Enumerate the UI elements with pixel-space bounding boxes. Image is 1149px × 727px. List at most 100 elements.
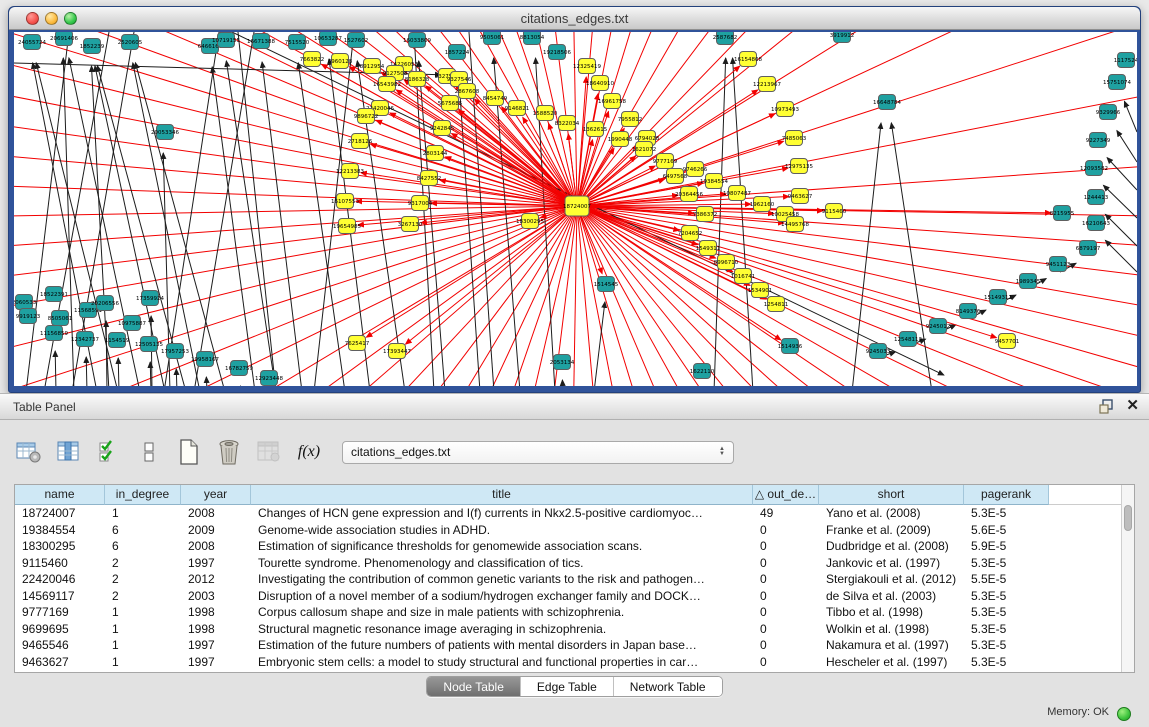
table-cell[interactable]: Embryonic stem cells: a model to study s…	[251, 654, 753, 671]
table-cell[interactable]: 1997	[181, 555, 251, 572]
table-row[interactable]: 1830029562008Estimation of significance …	[15, 538, 1134, 555]
table-cell[interactable]: 49	[753, 505, 819, 522]
table-cell[interactable]: 1998	[181, 604, 251, 621]
table-cell[interactable]: Franke et al. (2009)	[819, 522, 964, 539]
table-cell[interactable]: 2009	[181, 522, 251, 539]
table-cell[interactable]: 1	[105, 505, 181, 522]
table-cell[interactable]: 2	[105, 588, 181, 605]
table-row[interactable]: 946554611997Estimation of the future num…	[15, 637, 1134, 654]
table-cell[interactable]: 9115460	[15, 555, 105, 572]
table-cell[interactable]: Nakamura et al. (1997)	[819, 637, 964, 654]
table-cell[interactable]: Genome-wide association studies in ADHD.	[251, 522, 753, 539]
column-header-in_degree[interactable]: in_degree	[105, 485, 181, 505]
table-row[interactable]: 1872400712008Changes of HCN gene express…	[15, 505, 1134, 522]
tab-edge-table[interactable]: Edge Table	[521, 677, 614, 696]
delete-table-button[interactable]	[254, 436, 284, 468]
table-cell[interactable]: 0	[753, 571, 819, 588]
column-header-name[interactable]: name	[15, 485, 105, 505]
table-cell[interactable]: 1998	[181, 621, 251, 638]
create-column-button[interactable]	[174, 436, 204, 468]
function-builder-button[interactable]: f(x)	[294, 436, 324, 468]
table-select[interactable]: citations_edges.txt ▲▼	[342, 441, 734, 464]
table-cell[interactable]: 19384554	[15, 522, 105, 539]
show-columns-button[interactable]	[54, 436, 84, 468]
table-row[interactable]: 969969511998Structural magnetic resonanc…	[15, 621, 1134, 638]
float-panel-icon[interactable]	[1099, 399, 1114, 414]
table-cell[interactable]: 1	[105, 604, 181, 621]
table-cell[interactable]: 6	[105, 522, 181, 539]
table-cell[interactable]: Jankovic et al. (1997)	[819, 555, 964, 572]
table-cell[interactable]: 5.9E-5	[964, 538, 1049, 555]
table-cell[interactable]: Corpus callosum shape and size in male p…	[251, 604, 753, 621]
unselect-columns-button[interactable]	[134, 436, 164, 468]
table-row[interactable]: 946362711997Embryonic stem cells: a mode…	[15, 654, 1134, 671]
table-cell[interactable]: 5.3E-5	[964, 588, 1049, 605]
table-cell[interactable]: 2008	[181, 538, 251, 555]
table-row[interactable]: 1456911722003Disruption of a novel membe…	[15, 588, 1134, 605]
table-cell[interactable]: 5.3E-5	[964, 654, 1049, 671]
table-cell[interactable]: 0	[753, 588, 819, 605]
table-mode-button[interactable]	[14, 436, 44, 468]
table-cell[interactable]: 2008	[181, 505, 251, 522]
table-cell[interactable]: Tibbo et al. (1998)	[819, 604, 964, 621]
column-header-title[interactable]: title	[251, 485, 753, 505]
table-row[interactable]: 911546021997Tourette syndrome. Phenomeno…	[15, 555, 1134, 572]
table-cell[interactable]: 9463627	[15, 654, 105, 671]
table-cell[interactable]: 0	[753, 637, 819, 654]
table-cell[interactable]: Changes of HCN gene expression and I(f) …	[251, 505, 753, 522]
table-cell[interactable]: 18724007	[15, 505, 105, 522]
table-cell[interactable]: Dudbridge et al. (2008)	[819, 538, 964, 555]
table-cell[interactable]: de Silva et al. (2003)	[819, 588, 964, 605]
table-cell[interactable]: 1997	[181, 637, 251, 654]
table-cell[interactable]: Disruption of a novel member of a sodium…	[251, 588, 753, 605]
table-cell[interactable]: 14569117	[15, 588, 105, 605]
table-cell[interactable]: Stergiakouli et al. (2012)	[819, 571, 964, 588]
network-canvas[interactable]: 7663822896012889129541422605391275081654…	[14, 32, 1137, 386]
table-cell[interactable]: Investigating the contribution of common…	[251, 571, 753, 588]
table-cell[interactable]: 2003	[181, 588, 251, 605]
tab-node-table[interactable]: Node Table	[427, 677, 521, 696]
table-cell[interactable]: Wolkin et al. (1998)	[819, 621, 964, 638]
delete-column-button[interactable]	[214, 436, 244, 468]
table-cell[interactable]: 5.5E-5	[964, 571, 1049, 588]
table-cell[interactable]: 2	[105, 571, 181, 588]
table-cell[interactable]: 2012	[181, 571, 251, 588]
column-header-out_de[interactable]: △ out_de…	[753, 485, 819, 505]
tab-network-table[interactable]: Network Table	[614, 677, 722, 696]
table-cell[interactable]: 9699695	[15, 621, 105, 638]
table-row[interactable]: 1938455462009Genome-wide association stu…	[15, 522, 1134, 539]
vertical-scrollbar[interactable]	[1121, 485, 1134, 672]
table-cell[interactable]: 1	[105, 637, 181, 654]
table-cell[interactable]: 2	[105, 555, 181, 572]
table-cell[interactable]: 5.3E-5	[964, 604, 1049, 621]
table-cell[interactable]: Tourette syndrome. Phenomenology and cla…	[251, 555, 753, 572]
table-cell[interactable]: 18300295	[15, 538, 105, 555]
table-cell[interactable]: Estimation of the future numbers of pati…	[251, 637, 753, 654]
table-cell[interactable]: 22420046	[15, 571, 105, 588]
table-cell[interactable]: 0	[753, 522, 819, 539]
select-columns-button[interactable]	[94, 436, 124, 468]
table-cell[interactable]: 9777169	[15, 604, 105, 621]
table-row[interactable]: 977716911998Corpus callosum shape and si…	[15, 604, 1134, 621]
scrollbar-thumb[interactable]	[1124, 505, 1132, 531]
column-header-short[interactable]: short	[819, 485, 964, 505]
table-cell[interactable]: 5.3E-5	[964, 505, 1049, 522]
table-cell[interactable]: 5.3E-5	[964, 555, 1049, 572]
column-header-year[interactable]: year	[181, 485, 251, 505]
table-cell[interactable]: Yano et al. (2008)	[819, 505, 964, 522]
table-cell[interactable]: Estimation of significance thresholds fo…	[251, 538, 753, 555]
table-cell[interactable]: 0	[753, 538, 819, 555]
table-cell[interactable]: 0	[753, 621, 819, 638]
close-panel-icon[interactable]: ✕	[1126, 397, 1139, 415]
table-cell[interactable]: 5.3E-5	[964, 637, 1049, 654]
table-row[interactable]: 2242004622012Investigating the contribut…	[15, 571, 1134, 588]
table-cell[interactable]: Structural magnetic resonance image aver…	[251, 621, 753, 638]
table-cell[interactable]: 1	[105, 621, 181, 638]
table-cell[interactable]: 1	[105, 654, 181, 671]
table-cell[interactable]: 6	[105, 538, 181, 555]
table-cell[interactable]: 5.6E-5	[964, 522, 1049, 539]
table-cell[interactable]: 5.3E-5	[964, 621, 1049, 638]
table-cell[interactable]: 1997	[181, 654, 251, 671]
table-cell[interactable]: 0	[753, 555, 819, 572]
table-cell[interactable]: 9465546	[15, 637, 105, 654]
